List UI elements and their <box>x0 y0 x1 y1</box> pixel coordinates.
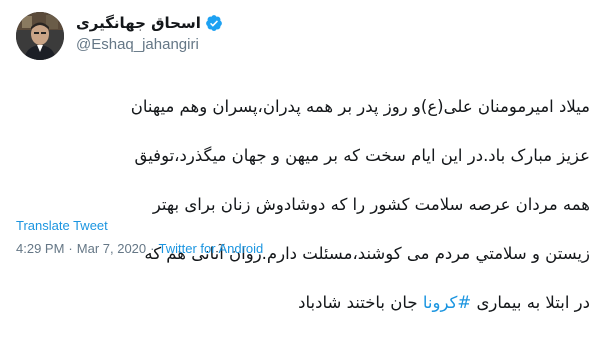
avatar[interactable] <box>16 12 64 60</box>
verified-badge-icon <box>205 15 222 31</box>
display-name[interactable]: اسحاق جهانگیری <box>76 13 201 33</box>
handle[interactable]: @Eshaq_jahangiri <box>76 35 199 55</box>
tweet-body-line: عزیز مبارک باد.در این ایام سخت که بر میه… <box>134 145 590 165</box>
tweet-card: اسحاق جهانگیری @Eshaq_jahangiri میلاد ام… <box>0 0 608 312</box>
tweet-body-text-before-hashtag: در ابتلا به بیماری <box>471 293 590 313</box>
profile-photo-icon <box>16 12 64 60</box>
tweet-meta: 4:29 PM · Mar 7, 2020 · Twitter for Andr… <box>16 241 263 257</box>
name-row: اسحاق جهانگیری <box>76 13 223 33</box>
tweet-source-link[interactable]: Twitter for Android <box>158 241 263 257</box>
meta-separator: · <box>150 241 155 256</box>
tweet-body: میلاد امیرمومنان علی(ع)و روز پدر بر همه … <box>14 70 590 341</box>
author-block: اسحاق جهانگیری @Eshaq_jahangiri <box>76 13 223 55</box>
tweet-body-line: همه مردان عرصه سلامت کشور را که دوشادوش … <box>152 194 590 214</box>
hashtag-link[interactable]: #کرونا <box>423 293 471 312</box>
tweet-body-line-last: در ابتلا به بیماری #کرونا جان باختند شاد… <box>14 291 590 316</box>
tweet-body-line: میلاد امیرمومنان علی(ع)و روز پدر بر همه … <box>130 96 590 116</box>
translate-tweet-link[interactable]: Translate Tweet <box>16 218 108 234</box>
tweet-date[interactable]: Mar 7, 2020 <box>77 241 146 257</box>
tweet-time[interactable]: 4:29 PM <box>16 241 64 257</box>
tweet-body-text-after-hashtag: جان باختند شادباد <box>298 293 423 313</box>
meta-separator: · <box>68 241 73 256</box>
